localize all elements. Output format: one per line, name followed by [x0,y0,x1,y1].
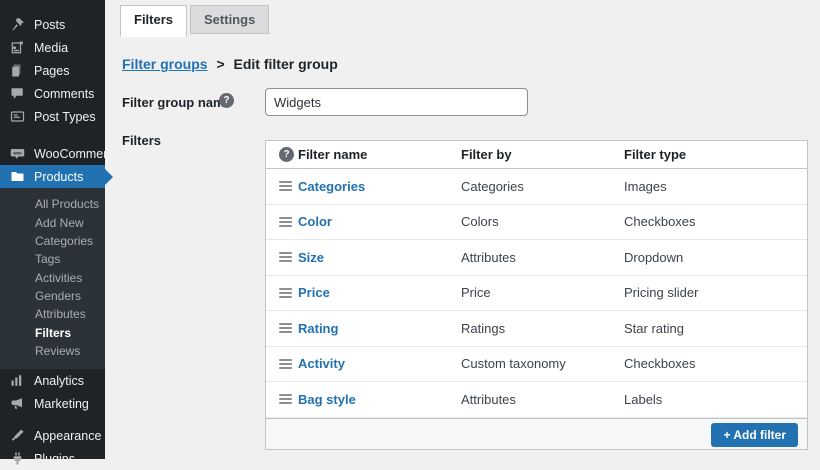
filter-type-cell: Star rating [624,321,807,336]
add-filter-button[interactable]: + Add filter [711,423,798,447]
table-footer: + Add filter [266,418,807,449]
sidebar-item-media[interactable]: Media [0,36,105,59]
table-row: Size Attributes Dropdown [266,240,807,276]
column-header-filter-by: Filter by [461,147,624,162]
breadcrumb-separator: > [216,56,224,72]
media-icon [9,39,26,56]
submenu-item-tags[interactable]: Tags [0,250,105,268]
filter-by-cell: Categories [461,179,624,194]
filter-by-cell: Price [461,285,624,300]
comments-icon [9,85,26,102]
submenu-item-all-products[interactable]: All Products [0,195,105,213]
filter-type-cell: Images [624,179,807,194]
products-icon [9,168,26,185]
svg-text:woo: woo [12,151,22,156]
filter-name-link[interactable]: Price [298,285,461,300]
drag-handle-icon[interactable] [279,357,292,371]
filter-by-cell: Colors [461,214,624,229]
drag-handle-icon[interactable] [279,215,292,229]
main-content: Filters Settings Filter groups > Edit fi… [105,0,820,459]
sidebar-item-label: Posts [34,18,65,32]
sidebar-item-products[interactable]: Products [0,165,105,188]
sidebar-item-label: Products [34,170,83,184]
filter-group-name-label: Filter group name [122,95,232,110]
filter-type-cell: Dropdown [624,250,807,265]
woocommerce-icon: woo [9,145,26,162]
sidebar-item-label: Pages [34,64,69,78]
filter-name-link[interactable]: Bag style [298,392,461,407]
filters-section-label: Filters [122,133,161,148]
column-header-filter-name: Filter name [298,147,461,162]
breadcrumb: Filter groups > Edit filter group [122,56,338,72]
filter-name-link[interactable]: Rating [298,321,461,336]
table-row: Categories Categories Images [266,169,807,205]
filter-type-cell: Checkboxes [624,214,807,229]
sidebar-item-label: Media [34,41,68,55]
current-menu-arrow [105,169,113,185]
breadcrumb-current: Edit filter group [234,56,338,72]
appearance-icon [9,427,26,444]
sidebar-item-comments[interactable]: Comments [0,82,105,105]
table-row: Price Price Pricing slider [266,276,807,312]
products-submenu: All Products Add New Categories Tags Act… [0,188,105,369]
submenu-item-categories[interactable]: Categories [0,232,105,250]
post-types-icon [9,108,26,125]
sidebar-item-label: Marketing [34,397,89,411]
filter-type-cell: Pricing slider [624,285,807,300]
submenu-item-reviews[interactable]: Reviews [0,342,105,360]
table-row: Rating Ratings Star rating [266,311,807,347]
filter-name-link[interactable]: Categories [298,179,461,194]
admin-sidebar: Posts Media Pages Comments Post Types wo… [0,0,105,459]
filters-table: ? Filter name Filter by Filter type Cate… [265,140,808,450]
help-icon[interactable]: ? [279,147,294,162]
submenu-item-add-new[interactable]: Add New [0,213,105,231]
sidebar-item-marketing[interactable]: Marketing [0,392,105,415]
filter-group-name-input[interactable] [265,88,528,116]
column-header-filter-type: Filter type [624,147,807,162]
sidebar-item-label: WooCommerce [34,147,121,161]
sidebar-item-post-types[interactable]: Post Types [0,105,105,128]
filter-by-cell: Attributes [461,392,624,407]
drag-handle-icon[interactable] [279,179,292,193]
filter-name-link[interactable]: Activity [298,356,461,371]
filter-name-link[interactable]: Color [298,214,461,229]
submenu-item-filters[interactable]: Filters [0,324,105,342]
drag-handle-icon[interactable] [279,392,292,406]
filter-type-cell: Checkboxes [624,356,807,371]
sidebar-item-label: Appearance [34,429,101,443]
filter-by-cell: Ratings [461,321,624,336]
table-row: Bag style Attributes Labels [266,382,807,418]
filter-by-cell: Attributes [461,250,624,265]
tab-settings[interactable]: Settings [190,5,269,34]
analytics-icon [9,372,26,389]
pages-icon [9,62,26,79]
drag-handle-icon[interactable] [279,321,292,335]
sidebar-item-label: Comments [34,87,94,101]
drag-handle-icon[interactable] [279,250,292,264]
sidebar-item-analytics[interactable]: Analytics [0,369,105,392]
filter-by-cell: Custom taxonomy [461,356,624,371]
help-icon[interactable]: ? [219,93,234,108]
sidebar-item-posts[interactable]: Posts [0,13,105,36]
breadcrumb-filter-groups-link[interactable]: Filter groups [122,56,208,72]
submenu-item-activities[interactable]: Activities [0,269,105,287]
tab-filters[interactable]: Filters [120,5,187,37]
filter-name-link[interactable]: Size [298,250,461,265]
sidebar-item-woocommerce[interactable]: woo WooCommerce [0,142,105,165]
sidebar-item-label: Post Types [34,110,96,124]
filter-type-cell: Labels [624,392,807,407]
marketing-icon [9,395,26,412]
table-row: Activity Custom taxonomy Checkboxes [266,347,807,383]
sidebar-item-pages[interactable]: Pages [0,59,105,82]
submenu-item-genders[interactable]: Genders [0,287,105,305]
sidebar-item-label: Analytics [34,374,84,388]
table-header-row: ? Filter name Filter by Filter type [266,141,807,169]
pin-icon [9,16,26,33]
sidebar-item-appearance[interactable]: Appearance [0,424,105,447]
tab-bar: Filters Settings [120,5,269,37]
table-row: Color Colors Checkboxes [266,205,807,241]
submenu-item-attributes[interactable]: Attributes [0,305,105,323]
drag-handle-icon[interactable] [279,286,292,300]
